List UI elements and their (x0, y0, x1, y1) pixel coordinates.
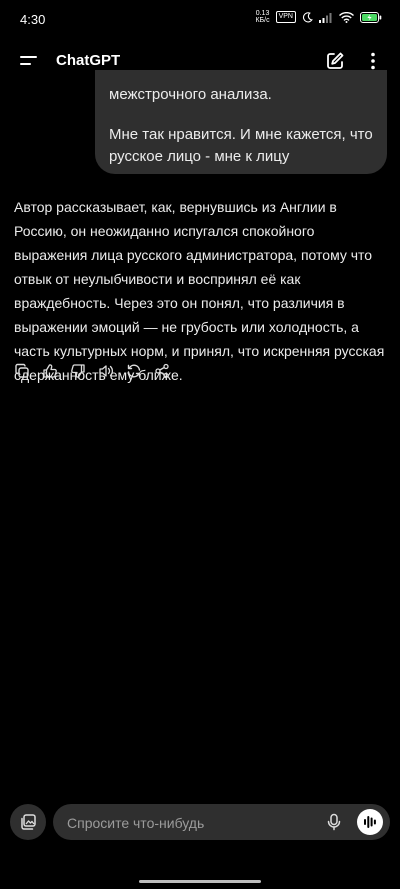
status-time: 4:30 (20, 12, 46, 27)
dislike-button[interactable] (70, 363, 86, 379)
voice-mode-button[interactable] (357, 809, 383, 835)
share-button[interactable] (154, 363, 170, 379)
network-speed-unit: КБ/с (255, 17, 270, 24)
network-speed: 0.13 КБ/с (255, 10, 269, 24)
like-button[interactable] (42, 363, 58, 379)
message-actions (14, 363, 170, 379)
regenerate-button[interactable] (126, 363, 142, 379)
status-bar: 4:30 0.13 КБ/с VPN (0, 0, 400, 38)
share-icon (155, 363, 169, 379)
attach-icon (21, 814, 36, 830)
wifi-icon (339, 11, 354, 23)
top-app-bar: ChatGPT (0, 38, 400, 84)
moon-icon (302, 11, 313, 23)
vpn-badge: VPN (275, 11, 296, 23)
user-message-bubble: межстрочного анализа. Мне так нравится. … (95, 70, 387, 174)
read-aloud-icon (99, 365, 113, 377)
network-speed-value: 0.13 (255, 10, 270, 17)
attach-button[interactable] (10, 804, 46, 840)
dictation-button[interactable] (324, 812, 344, 832)
app-title: ChatGPT (56, 52, 121, 69)
chat-screen: 4:30 0.13 КБ/с VPN ChatGPT межстрочного … (0, 0, 400, 889)
read-aloud-button[interactable] (98, 363, 114, 379)
message-input[interactable] (65, 804, 314, 842)
new-chat-icon (327, 52, 344, 69)
menu-button[interactable] (18, 50, 40, 72)
message-composer (53, 804, 390, 842)
new-chat-button[interactable] (324, 50, 346, 72)
microphone-icon (327, 813, 341, 831)
voice-mode-icon (364, 816, 376, 828)
battery-charging-icon (360, 11, 382, 23)
assistant-message: Автор рассказывает, как, вернувшись из А… (14, 199, 385, 383)
home-indicator (139, 880, 261, 883)
thumbs-down-icon (71, 364, 85, 378)
user-message-line: межстрочного анализа. (109, 86, 272, 103)
copy-button[interactable] (14, 363, 30, 379)
thumbs-up-icon (43, 364, 57, 378)
signal-icon (319, 12, 333, 23)
user-message-paragraph: Мне так нравится. И мне кажется, что рус… (109, 126, 373, 165)
status-icons: 0.13 КБ/с VPN (255, 10, 382, 24)
copy-icon (15, 363, 29, 378)
menu-icon (20, 56, 37, 65)
regenerate-icon (127, 364, 141, 378)
more-options-button[interactable] (362, 50, 384, 72)
more-vertical-icon (371, 52, 375, 70)
